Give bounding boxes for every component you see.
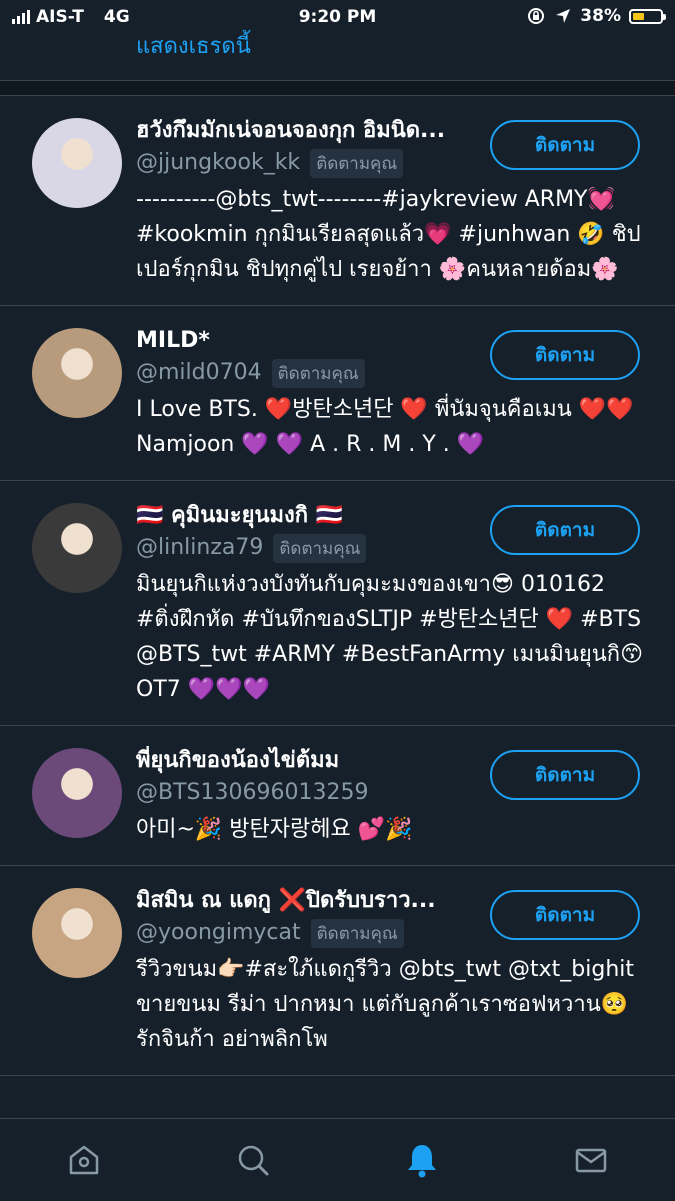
user-row[interactable]: MILD* @mild0704 ติดตามคุณ I Love BTS. ❤️방탄소… bbox=[0, 306, 675, 481]
avatar[interactable] bbox=[32, 503, 122, 593]
who-to-follow-list: ฮวังกึมมักเน่จอนจองกุก อิมนิด... @jjungko… bbox=[0, 96, 675, 1076]
tab-notifications[interactable] bbox=[338, 1119, 507, 1201]
follows-you-badge: ติดตามคุณ bbox=[310, 918, 404, 948]
user-bio: I Love BTS. ❤️방탄소년단 ❤️ พี่นัมจุนคือเมน ❤… bbox=[136, 397, 634, 457]
user-row[interactable]: มิสมิน ณ แดกู ❌ปิดรับบราว... @yoongimycat… bbox=[0, 866, 675, 1076]
show-thread-link[interactable]: แสดงเธรดนี้ bbox=[136, 28, 251, 63]
location-icon bbox=[556, 9, 571, 23]
section-separator bbox=[0, 80, 675, 96]
avatar[interactable] bbox=[32, 328, 122, 418]
tab-home[interactable] bbox=[0, 1119, 169, 1201]
battery-percent: 38% bbox=[580, 6, 621, 26]
follow-button[interactable]: ติดตาม bbox=[490, 890, 640, 940]
user-bio: ----------@bts_twt--------#jaykreview AR… bbox=[136, 187, 641, 282]
user-row[interactable]: พี่ยุนกิของน้องไข่ต้มม @BTS130696013259 아미… bbox=[0, 726, 675, 866]
messages-icon bbox=[575, 1148, 606, 1173]
home-icon bbox=[70, 1145, 99, 1175]
user-handle: @linlinza79 bbox=[136, 535, 264, 560]
search-icon bbox=[238, 1145, 269, 1176]
user-bio: 아미~🎉 방탄자랑헤요 💕🎉 bbox=[136, 817, 413, 842]
tab-messages[interactable] bbox=[506, 1119, 675, 1201]
tab-search[interactable] bbox=[169, 1119, 338, 1201]
user-handle: @jjungkook_kk bbox=[136, 150, 301, 175]
follow-button[interactable]: ติดตาม bbox=[490, 505, 640, 555]
follow-button[interactable]: ติดตาม bbox=[490, 750, 640, 800]
user-row[interactable]: ฮวังกึมมักเน่จอนจองกุก อิมนิด... @jjungko… bbox=[0, 96, 675, 306]
avatar[interactable] bbox=[32, 748, 122, 838]
follows-you-badge: ติดตามคุณ bbox=[271, 358, 365, 388]
user-bio: มินยุนกิแห่งวงบังทันกับคุมะมงของเขา😎 010… bbox=[136, 572, 644, 702]
display-name[interactable]: MILD* bbox=[136, 326, 486, 356]
tab-bar bbox=[0, 1118, 675, 1201]
display-name[interactable]: 🇹🇭 คุมินมะยุนมงกิ 🇹🇭 bbox=[136, 501, 486, 531]
status-right: 38% bbox=[526, 6, 666, 26]
avatar[interactable] bbox=[32, 888, 122, 978]
user-handle: @BTS130696013259 bbox=[136, 780, 369, 805]
user-bio: รีวิวขนม👉🏻#สะใภ้แดกูรีวิว @bts_twt @txt_… bbox=[136, 957, 635, 1052]
display-name[interactable]: มิสมิน ณ แดกู ❌ปิดรับบราว... bbox=[136, 886, 486, 916]
user-handle: @mild0704 bbox=[136, 360, 262, 385]
user-row[interactable]: 🇹🇭 คุมินมะยุนมงกิ 🇹🇭 @linlinza79 ติดตามคุณ… bbox=[0, 481, 675, 726]
follow-button[interactable]: ติดตาม bbox=[490, 120, 640, 170]
follow-button[interactable]: ติดตาม bbox=[490, 330, 640, 380]
display-name[interactable]: ฮวังกึมมักเน่จอนจองกุก อิมนิด... bbox=[136, 116, 486, 146]
status-bar: AIS-T 4G 9:20 PM 38% bbox=[0, 0, 675, 34]
user-handle: @yoongimycat bbox=[136, 920, 301, 945]
display-name[interactable]: พี่ยุนกิของน้องไข่ต้มม bbox=[136, 746, 486, 776]
notifications-icon bbox=[407, 1145, 436, 1178]
follows-you-badge: ติดตามคุณ bbox=[310, 148, 404, 178]
follows-you-badge: ติดตามคุณ bbox=[273, 533, 367, 563]
avatar[interactable] bbox=[32, 118, 122, 208]
battery-icon bbox=[629, 8, 666, 24]
rotation-lock-icon bbox=[528, 8, 545, 24]
